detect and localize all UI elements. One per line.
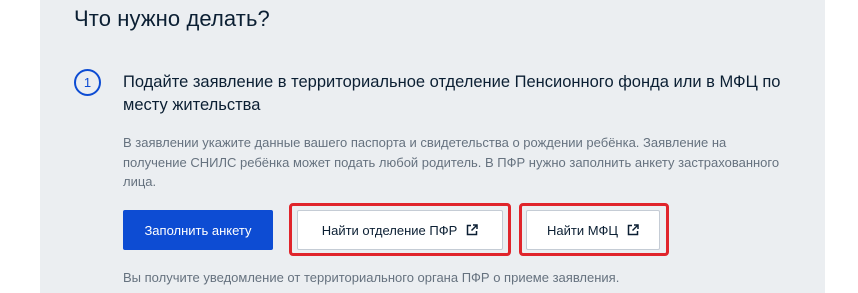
- page-title: Что нужно делать?: [74, 6, 270, 31]
- external-link-icon: [466, 224, 479, 236]
- find-pfr-label: Найти отделение ПФР: [321, 222, 458, 238]
- step-heading: Подайте заявление в территориальное отде…: [123, 73, 781, 114]
- find-pfr-office-button[interactable]: Найти отделение ПФР: [297, 210, 503, 250]
- step-number-badge: 1: [74, 69, 101, 96]
- step-description: В заявлении укажите данные вашего паспор…: [123, 135, 780, 189]
- fill-form-button[interactable]: Заполнить анкету: [123, 210, 273, 250]
- notification-note: Вы получите уведомление от территориальн…: [123, 270, 620, 285]
- external-link-icon: [627, 224, 639, 236]
- find-mfc-label: Найти МФЦ: [547, 222, 618, 238]
- find-mfc-button[interactable]: Найти МФЦ: [526, 210, 660, 250]
